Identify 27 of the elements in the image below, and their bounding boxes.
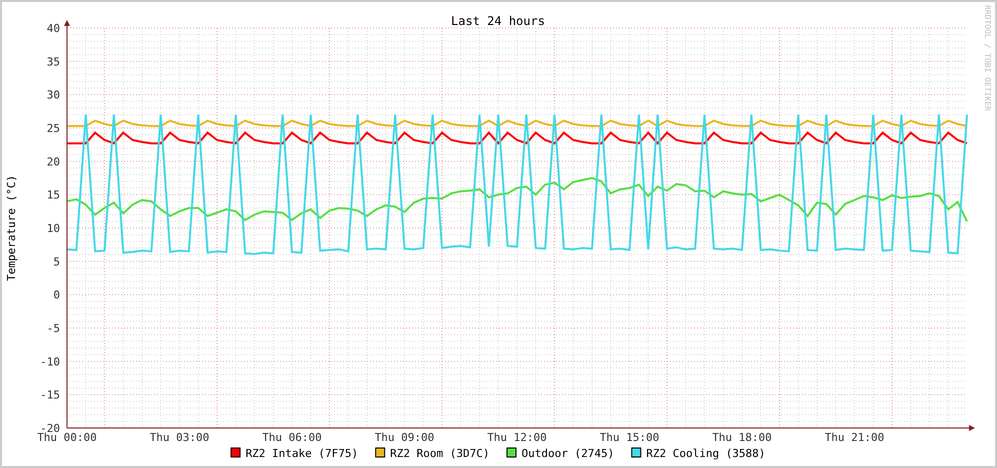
y-tick-label: -15 <box>40 388 60 402</box>
x-tick-label: Thu 12:00 <box>487 431 547 444</box>
y-tick-label: -10 <box>40 355 60 368</box>
y-tick-label: 15 <box>46 188 60 202</box>
x-tick-label: Thu 03:00 <box>150 431 210 444</box>
credit-text: RRDTOOL / TOBI OETIKER <box>983 5 992 111</box>
x-tick-label: Thu 00:00 <box>37 431 97 444</box>
y-tick-label: 10 <box>46 222 60 235</box>
y-tick-label: 20 <box>46 155 60 168</box>
y-tick-label: 25 <box>46 122 60 135</box>
chart-title: Last 24 hours <box>451 14 545 28</box>
y-tick-label: 5 <box>53 255 60 268</box>
y-tick-label: 40 <box>46 22 60 35</box>
legend-label: RZ2 Room (3D7C) <box>390 447 490 460</box>
x-tick-label: Thu 09:00 <box>374 431 434 444</box>
legend-label: Outdoor (2745) <box>522 447 614 460</box>
legend-label: RZ2 Cooling (3588) <box>646 447 766 460</box>
y-tick-label: 35 <box>46 55 60 68</box>
x-tick-label: Thu 21:00 <box>824 431 884 444</box>
legend-label: RZ2 Intake (7F75) <box>246 447 358 460</box>
y-tick-label: 30 <box>46 88 60 102</box>
y-tick-label: 0 <box>53 288 60 302</box>
x-tick-label: Thu 18:00 <box>712 431 772 444</box>
x-tick-label: Thu 15:00 <box>600 431 660 444</box>
y-axis-label: Temperature (°C) <box>5 175 18 281</box>
x-tick-label: Thu 06:00 <box>262 431 322 444</box>
y-tick-label: -5 <box>46 322 60 335</box>
